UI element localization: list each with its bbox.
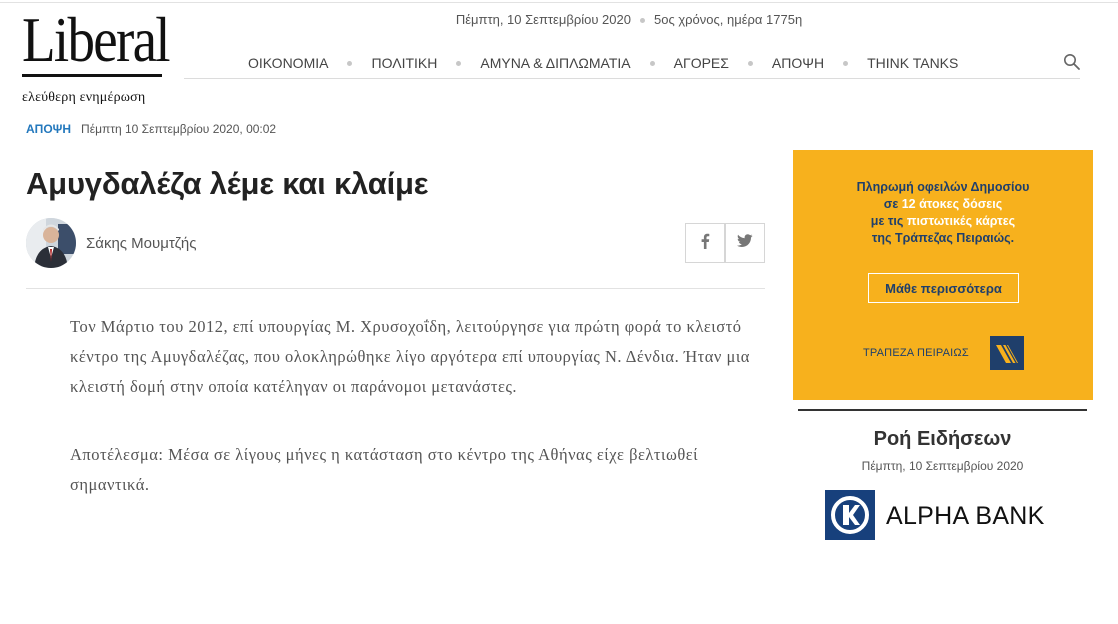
- ad-banner[interactable]: Πληρωμή οφειλών Δημοσίου σε 12 άτοκες δό…: [793, 150, 1093, 400]
- sidebar-divider: [798, 409, 1087, 411]
- article-title: Αμυγδαλέζα λέμε και κλαίμε: [26, 166, 429, 201]
- ad-line: με τις πιστωτικές κάρτες: [870, 214, 1016, 228]
- ad-line: σε 12 άτοκες δόσεις: [883, 197, 1003, 211]
- nav-separator: [456, 60, 462, 66]
- nav-item-opinion[interactable]: ΑΠΟΨΗ: [772, 55, 824, 71]
- nav-divider: [184, 78, 1080, 79]
- logo-underline: [22, 74, 162, 77]
- nav-separator: [747, 60, 753, 66]
- nav-separator: [347, 60, 353, 66]
- current-date: Πέμπτη, 10 Σεπτεμβρίου 2020: [455, 12, 631, 27]
- ad-highlight: 12 άτοκες δόσεις: [901, 197, 1003, 211]
- search-icon[interactable]: [1063, 53, 1081, 71]
- nav-item-defense-diplomacy[interactable]: ΑΜΥΝΑ & ΔΙΠΛΩΜΑΤΙΑ: [480, 55, 630, 71]
- article-meta: ΑΠΟΨΗ Πέμπτη 10 Σεπτεμβρίου 2020, 00:02: [26, 122, 276, 136]
- date-bar: Πέμπτη, 10 Σεπτεμβρίου 2020 5ος χρόνος, η…: [0, 12, 1118, 27]
- twitter-icon: [737, 233, 753, 253]
- ad-copy: Πληρωμή οφειλών Δημοσίου σε 12 άτοκες δό…: [793, 179, 1093, 247]
- nav-separator: [649, 60, 655, 66]
- article-divider: [26, 288, 765, 289]
- article-datetime: Πέμπτη 10 Σεπτεμβρίου 2020, 00:02: [81, 122, 277, 136]
- author-avatar[interactable]: [26, 218, 76, 268]
- nav-item-markets[interactable]: ΑΓΟΡΕΣ: [674, 55, 729, 71]
- logo-tagline: ελεύθερη ενημέρωση: [22, 90, 146, 105]
- dot-separator: [639, 18, 645, 24]
- facebook-icon: [700, 233, 710, 254]
- article-body: Τον Μάρτιο του 2012, επί υπουργίας Μ. Χρ…: [70, 312, 760, 538]
- category-link[interactable]: ΑΠΟΨΗ: [26, 122, 71, 136]
- top-rule: [0, 2, 1118, 3]
- nav-item-politics[interactable]: ΠΟΛΙΤΙΚΗ: [371, 55, 437, 71]
- ad-line: της Τράπεζας Πειραιώς.: [871, 231, 1015, 245]
- main-nav: ΟΙΚΟΝΟΜΙΑ ΠΟΛΙΤΙΚΗ ΑΜΥΝΑ & ΔΙΠΛΩΜΑΤΙΑ ΑΓ…: [248, 55, 958, 71]
- alpha-bank-logo-icon[interactable]: [825, 490, 875, 540]
- ad-bank-name: ΤΡΑΠΕΖΑ ΠΕΙΡΑΙΩΣ: [863, 347, 969, 359]
- ad-line: Πληρωμή οφειλών Δημοσίου: [856, 180, 1030, 194]
- year-info: 5ος χρόνος, ημέρα 1775η: [653, 12, 803, 27]
- ad-highlight: πιστωτικές κάρτες: [906, 214, 1016, 228]
- news-feed-title: Ροή Ειδήσεων: [873, 428, 1012, 450]
- news-feed-date: Πέμπτη, 10 Σεπτεμβρίου 2020: [861, 459, 1024, 473]
- nav-item-think-tanks[interactable]: THINK TANKS: [867, 55, 958, 71]
- nav-separator: [843, 60, 849, 66]
- share-facebook-button[interactable]: [685, 223, 725, 263]
- article-paragraph: Αποτέλεσμα: Μέσα σε λίγους μήνες η κατάσ…: [70, 445, 699, 494]
- author-name[interactable]: Σάκης Μουμτζής: [86, 235, 197, 252]
- article-paragraph: Τον Μάρτιο του 2012, επί υπουργίας Μ. Χρ…: [70, 317, 750, 396]
- alpha-bank-name[interactable]: ALPHA BANK: [886, 502, 1045, 531]
- piraeus-bank-logo-icon: [990, 336, 1024, 370]
- share-twitter-button[interactable]: [725, 223, 765, 263]
- ad-learn-more-button[interactable]: Μάθε περισσότερα: [868, 273, 1019, 303]
- nav-item-economy[interactable]: ΟΙΚΟΝΟΜΙΑ: [248, 55, 328, 71]
